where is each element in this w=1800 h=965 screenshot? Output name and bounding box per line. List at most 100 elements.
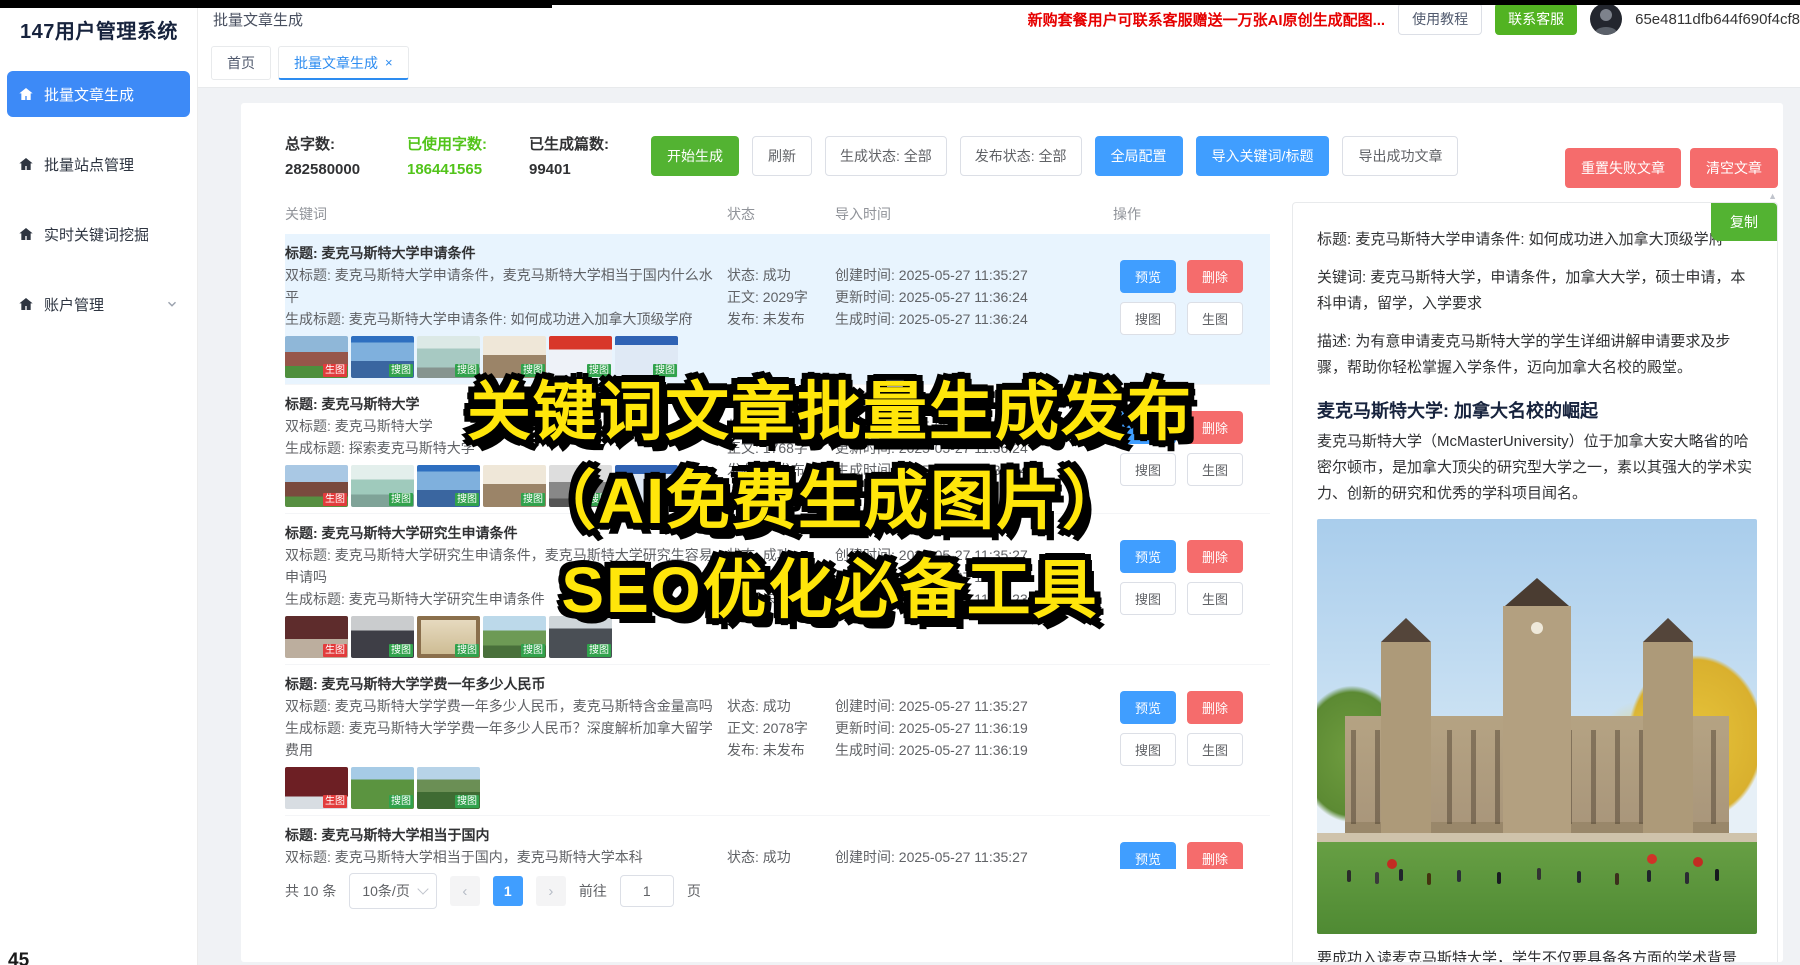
generate-image-button[interactable]: 生图 bbox=[1187, 733, 1243, 766]
preview-button[interactable]: 预览 bbox=[1120, 540, 1176, 573]
sidebar-item-keyword-mining[interactable]: 实时关键词挖掘 bbox=[7, 211, 190, 257]
copy-button[interactable]: 复制 bbox=[1711, 203, 1777, 241]
reset-failed-button[interactable]: 重置失败文章 bbox=[1565, 148, 1681, 188]
publish-line: 发布: 未发布 bbox=[727, 308, 835, 330]
delete-button[interactable]: 删除 bbox=[1187, 842, 1243, 869]
article-table: 关键词 状态 导入时间 操作 标题: 麦克马斯特大学申请条件 双标题: 麦克马斯… bbox=[285, 200, 1270, 869]
article-thumbnail[interactable]: 搜图 bbox=[417, 616, 480, 658]
table-row[interactable]: 标题: 麦克马斯特大学 双标题: 麦克马斯特大学 生成标题: 探索麦克马斯特大学… bbox=[285, 385, 1270, 514]
article-thumbnail[interactable]: 搜图 bbox=[351, 767, 414, 809]
words-line: 正文: 2010字 bbox=[727, 566, 835, 588]
article-dual-title: 双标题: 麦克马斯特大学相当于国内，麦克马斯特大学本科 bbox=[285, 846, 717, 868]
table-row[interactable]: 标题: 麦克马斯特大学研究生申请条件 双标题: 麦克马斯特大学研究生申请条件，麦… bbox=[285, 514, 1270, 665]
created-time: 创建时间: 2025-05-27 11:35:27 bbox=[835, 415, 1113, 437]
article-thumbnail[interactable]: 生图 bbox=[285, 336, 348, 378]
delete-button[interactable]: 删除 bbox=[1187, 691, 1243, 724]
tower-graphic bbox=[1643, 642, 1693, 834]
preview-body: 麦克马斯特大学（McMasterUniversity）位于加拿大安大略省的哈密尔… bbox=[1317, 429, 1757, 507]
search-image-tag: 搜图 bbox=[389, 644, 413, 657]
clear-articles-button[interactable]: 清空文章 bbox=[1690, 148, 1778, 188]
page-number-button[interactable]: 1 bbox=[493, 876, 523, 906]
search-image-button[interactable]: 搜图 bbox=[1120, 302, 1176, 335]
article-title: 标题: 麦克马斯特大学申请条件 bbox=[285, 242, 717, 264]
article-thumbnail[interactable]: 搜图 bbox=[483, 336, 546, 378]
breadcrumb: 批量文章生成 bbox=[213, 9, 303, 30]
article-thumbnail[interactable]: 搜图 bbox=[351, 465, 414, 507]
article-thumbnail[interactable]: 生图 bbox=[285, 616, 348, 658]
page-size-select[interactable]: 10条/页 bbox=[349, 873, 436, 909]
partial-watermark: 45 bbox=[8, 950, 29, 965]
article-thumbnail[interactable]: 搜图 bbox=[483, 465, 546, 507]
row-actions: 预览 删除 搜图 生图 bbox=[1120, 540, 1270, 615]
article-thumbnail[interactable]: 搜图 bbox=[483, 616, 546, 658]
table-row[interactable]: 标题: 麦克马斯特大学学费一年多少人民币 双标题: 麦克马斯特大学学费一年多少人… bbox=[285, 665, 1270, 816]
preview-button[interactable]: 预览 bbox=[1120, 411, 1176, 444]
table-row[interactable]: 标题: 麦克马斯特大学申请条件 双标题: 麦克马斯特大学申请条件，麦克马斯特大学… bbox=[285, 234, 1270, 385]
gen-image-tag: 生图 bbox=[323, 364, 347, 377]
search-image-tag: 搜图 bbox=[587, 493, 611, 506]
export-success-button[interactable]: 导出成功文章 bbox=[1342, 136, 1458, 176]
goto-page-input[interactable] bbox=[620, 875, 674, 907]
preview-button[interactable]: 预览 bbox=[1120, 842, 1176, 869]
sidebar: 147用户管理系统 批量文章生成 批量站点管理 实时关键词挖掘 账户管理 45 bbox=[0, 0, 198, 965]
preview-button[interactable]: 预览 bbox=[1120, 691, 1176, 724]
start-generate-button[interactable]: 开始生成 bbox=[651, 136, 739, 176]
search-image-button[interactable]: 搜图 bbox=[1120, 453, 1176, 486]
publish-status-select[interactable]: 发布状态: 全部 bbox=[960, 136, 1082, 176]
sidebar-item-batch-article[interactable]: 批量文章生成 bbox=[7, 71, 190, 117]
generated-time: 生成时间: 2025-05-27 11:36:24 bbox=[835, 459, 1113, 481]
generate-image-button[interactable]: 生图 bbox=[1187, 453, 1243, 486]
toolbar: 开始生成 刷新 生成状态: 全部 发布状态: 全部 全局配置 导入关键词/标题 … bbox=[651, 136, 1458, 176]
article-thumbnail[interactable]: 搜图 bbox=[417, 336, 480, 378]
pagination: 共 10 条 10条/页 ‹ 1 › 前往 页 bbox=[285, 873, 701, 909]
generate-image-button[interactable]: 生图 bbox=[1187, 302, 1243, 335]
article-thumbnail[interactable]: 搜图 bbox=[549, 336, 612, 378]
tutorial-button[interactable]: 使用教程 bbox=[1398, 3, 1482, 35]
article-thumbnail[interactable]: 搜图 bbox=[351, 336, 414, 378]
generate-image-button[interactable]: 生图 bbox=[1187, 582, 1243, 615]
home-icon bbox=[18, 226, 34, 242]
close-icon[interactable]: × bbox=[385, 56, 393, 69]
generate-status-select[interactable]: 生成状态: 全部 bbox=[825, 136, 947, 176]
search-image-tag: 搜图 bbox=[455, 795, 479, 808]
article-thumbnail[interactable]: 生图 bbox=[285, 767, 348, 809]
search-image-button[interactable]: 搜图 bbox=[1120, 582, 1176, 615]
search-image-button[interactable]: 搜图 bbox=[1120, 733, 1176, 766]
article-thumbnail[interactable]: 搜图 bbox=[615, 465, 678, 507]
article-title: 标题: 麦克马斯特大学相当于国内 bbox=[285, 824, 717, 846]
people-graphic bbox=[1347, 870, 1351, 882]
preview-button[interactable]: 预览 bbox=[1120, 260, 1176, 293]
import-keywords-button[interactable]: 导入关键词/标题 bbox=[1196, 136, 1330, 176]
sidebar-item-batch-site[interactable]: 批量站点管理 bbox=[7, 141, 190, 187]
delete-button[interactable]: 删除 bbox=[1187, 260, 1243, 293]
article-thumbnail[interactable]: 搜图 bbox=[417, 767, 480, 809]
article-thumbnail[interactable]: 搜图 bbox=[351, 616, 414, 658]
avatar[interactable] bbox=[1590, 3, 1622, 35]
tab-home[interactable]: 首页 bbox=[211, 46, 271, 80]
global-config-button[interactable]: 全局配置 bbox=[1095, 136, 1183, 176]
article-thumbnail[interactable]: 搜图 bbox=[615, 336, 678, 378]
words-line: 正文: 1957字 bbox=[727, 868, 835, 869]
tab-batch-article[interactable]: 批量文章生成 × bbox=[278, 46, 409, 80]
thumbnail-strip: 生图 搜图 搜图 搜图 搜图 搜图 bbox=[285, 465, 717, 507]
delete-button[interactable]: 删除 bbox=[1187, 540, 1243, 573]
keyword-cell: 标题: 麦克马斯特大学 双标题: 麦克马斯特大学 生成标题: 探索麦克马斯特大学… bbox=[285, 393, 727, 507]
delete-button[interactable]: 删除 bbox=[1187, 411, 1243, 444]
article-thumbnail[interactable]: 搜图 bbox=[549, 465, 612, 507]
sidebar-item-account[interactable]: 账户管理 bbox=[7, 281, 190, 327]
next-page-button[interactable]: › bbox=[536, 876, 566, 906]
article-thumbnail[interactable]: 搜图 bbox=[549, 616, 612, 658]
article-thumbnail[interactable]: 搜图 bbox=[417, 465, 480, 507]
generated-time: 生成时间: 2025-05-27 11:36:19 bbox=[835, 739, 1113, 761]
announcement-text[interactable]: 新购套餐用户可联系客服赠送一万张AI原创生成配图... bbox=[1028, 9, 1386, 30]
status-line: 状态: 成功 bbox=[727, 695, 835, 717]
updated-time: 更新时间: 2025-05-27 11:36:23 bbox=[835, 566, 1113, 588]
contact-support-button[interactable]: 联系客服 bbox=[1495, 3, 1577, 35]
scroll-up-icon[interactable]: ▲ bbox=[1768, 191, 1777, 201]
prev-page-button[interactable]: ‹ bbox=[450, 876, 480, 906]
updated-time: 更新时间: 2025-05-27 11:36:24 bbox=[835, 437, 1113, 459]
refresh-button[interactable]: 刷新 bbox=[752, 136, 812, 176]
header-actions: 操作 bbox=[1113, 204, 1270, 224]
table-row[interactable]: 标题: 麦克马斯特大学相当于国内 双标题: 麦克马斯特大学相当于国内，麦克马斯特… bbox=[285, 816, 1270, 869]
article-thumbnail[interactable]: 生图 bbox=[285, 465, 348, 507]
